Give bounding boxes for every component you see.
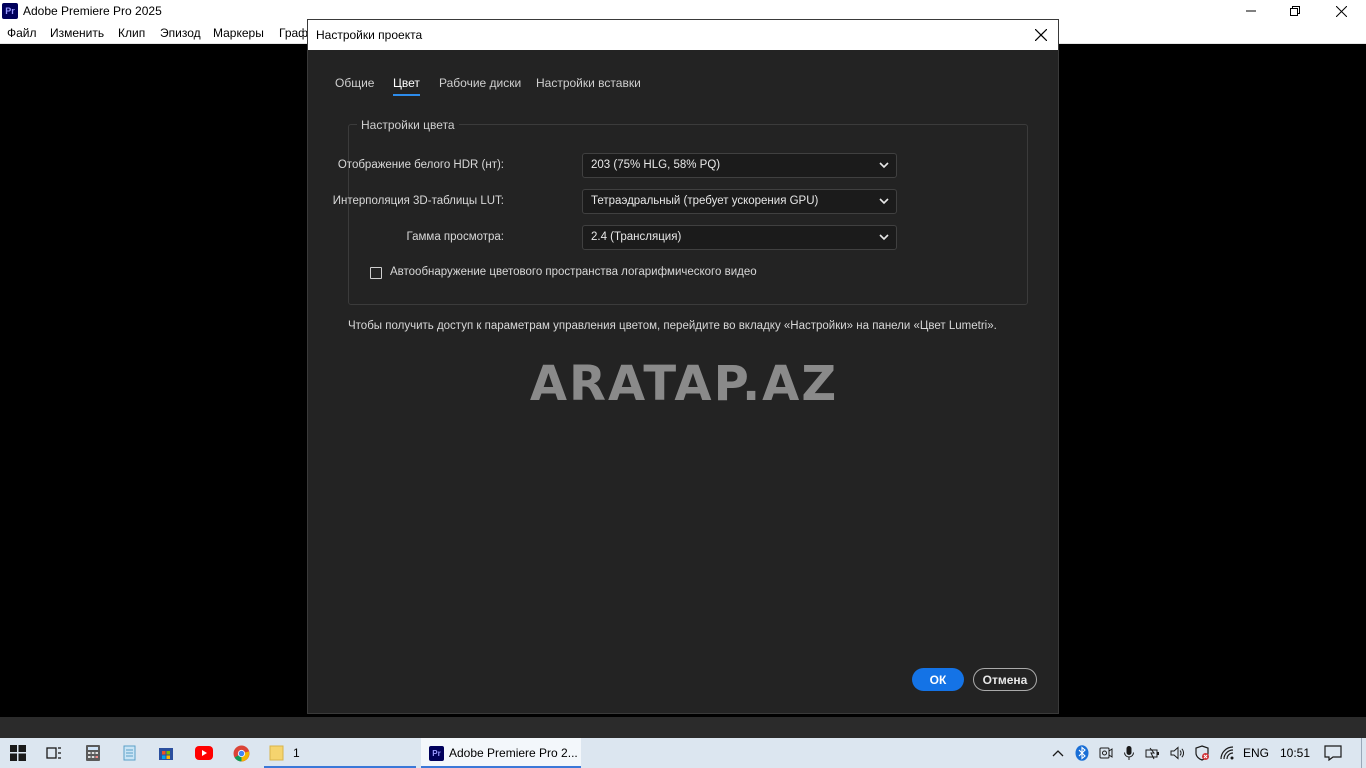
tab-scratch-disks[interactable]: Рабочие диски <box>439 76 521 94</box>
dialog-title: Настройки проекта <box>316 28 423 42</box>
notepad-app[interactable] <box>121 744 139 762</box>
meet-now-tray[interactable] <box>1097 744 1115 762</box>
chevron-down-icon <box>879 198 889 205</box>
tab-ingest-settings[interactable]: Настройки вставки <box>536 76 641 94</box>
minimize-icon <box>1246 10 1256 12</box>
camera-icon <box>1099 747 1113 759</box>
notification-icon <box>1324 745 1342 761</box>
app-bottom-strip <box>0 717 1366 738</box>
restore-icon <box>1290 6 1300 16</box>
notepad-icon <box>123 745 136 761</box>
folder-label: 1 <box>293 746 300 760</box>
menu-sequence[interactable]: Эпизод <box>160 26 201 40</box>
battery-plug-icon <box>1145 747 1159 760</box>
calculator-app[interactable] <box>84 744 102 762</box>
hdr-white-value: 203 (75% HLG, 58% PQ) <box>591 159 721 171</box>
bluetooth-icon <box>1075 745 1089 761</box>
watermark-text: ARATAP.AZ <box>529 356 839 412</box>
hdr-white-dropdown[interactable]: 203 (75% HLG, 58% PQ) <box>582 153 897 178</box>
chevron-up-icon <box>1052 750 1064 757</box>
menu-edit[interactable]: Изменить <box>50 26 104 40</box>
lut-interpolation-value: Тетраэдральный (требует ускорения GPU) <box>591 195 819 207</box>
minimize-button[interactable] <box>1228 0 1274 22</box>
security-tray[interactable] <box>1193 744 1211 762</box>
app-close-button[interactable] <box>1318 0 1364 22</box>
group-title: Настройки цвета <box>357 118 459 132</box>
chevron-down-icon <box>879 234 889 241</box>
auto-detect-log-label[interactable]: Автообнаружение цветового пространства л… <box>390 266 757 278</box>
battery-tray[interactable] <box>1144 744 1162 762</box>
tab-color[interactable]: Цвет <box>393 76 420 96</box>
lut-interpolation-label: Интерполяция 3D-таблицы LUT: <box>332 195 504 207</box>
restore-button[interactable] <box>1272 0 1318 22</box>
wifi-icon <box>1220 746 1234 760</box>
color-settings-group: Настройки цвета Отображение белого HDR (… <box>333 118 1028 305</box>
folder-icon <box>269 745 284 761</box>
menu-clip[interactable]: Клип <box>118 26 145 40</box>
app-title: Adobe Premiere Pro 2025 <box>23 4 162 18</box>
premiere-icon: Pr <box>429 745 444 761</box>
taskbar-folder-app[interactable]: 1 <box>264 738 416 768</box>
menu-markers[interactable]: Маркеры <box>213 26 264 40</box>
windows-icon <box>10 745 26 761</box>
volume-tray[interactable] <box>1168 744 1186 762</box>
chrome-icon <box>233 745 249 761</box>
clock[interactable]: 10:51 <box>1280 746 1310 760</box>
lumetri-info-text: Чтобы получить доступ к параметрам управ… <box>348 320 997 332</box>
start-button[interactable] <box>9 744 27 762</box>
premiere-taskbar-label: Adobe Premiere Pro 2... <box>449 746 578 760</box>
task-view-button[interactable] <box>45 744 63 762</box>
store-icon <box>159 748 173 760</box>
dialog-titlebar: Настройки проекта <box>308 20 1058 50</box>
tab-general[interactable]: Общие <box>335 76 374 94</box>
viewing-gamma-dropdown[interactable]: 2.4 (Трансляция) <box>582 225 897 250</box>
menu-file[interactable]: Файл <box>7 26 37 40</box>
hdr-white-label: Отображение белого HDR (нт): <box>337 159 504 171</box>
language-indicator[interactable]: ENG <box>1243 746 1269 760</box>
speaker-icon <box>1170 746 1184 760</box>
microphone-icon <box>1124 746 1134 760</box>
microphone-tray[interactable] <box>1120 744 1138 762</box>
lut-interpolation-dropdown[interactable]: Тетраэдральный (требует ускорения GPU) <box>582 189 897 214</box>
network-tray[interactable] <box>1218 744 1236 762</box>
close-icon <box>1335 5 1347 17</box>
youtube-icon <box>195 746 213 760</box>
store-app[interactable] <box>157 744 175 762</box>
chrome-app[interactable] <box>232 744 250 762</box>
close-icon <box>1035 29 1047 41</box>
shield-icon <box>1195 745 1209 761</box>
task-view-icon <box>46 747 61 759</box>
viewing-gamma-label: Гамма просмотра: <box>406 231 504 243</box>
dialog-close-button[interactable] <box>1030 24 1052 46</box>
ok-button[interactable]: ОК <box>912 668 964 691</box>
taskbar: 1 Pr Adobe Premiere Pro 2... ENG 10:51 <box>0 738 1366 768</box>
menu-graphics[interactable]: Граф <box>279 26 308 40</box>
calculator-icon <box>86 745 100 761</box>
chevron-down-icon <box>879 162 889 169</box>
show-desktop-button[interactable] <box>1361 738 1362 768</box>
tray-overflow-button[interactable] <box>1049 744 1067 762</box>
taskbar-premiere-app[interactable]: Pr Adobe Premiere Pro 2... <box>421 738 581 768</box>
youtube-app[interactable] <box>195 744 213 762</box>
bluetooth-tray[interactable] <box>1073 744 1091 762</box>
project-settings-dialog: Настройки проекта Общие Цвет Рабочие дис… <box>307 19 1059 714</box>
notifications-button[interactable] <box>1324 744 1342 762</box>
viewing-gamma-value: 2.4 (Трансляция) <box>591 231 682 243</box>
cancel-button[interactable]: Отмена <box>973 668 1037 691</box>
premiere-app-icon: Pr <box>2 3 18 19</box>
auto-detect-log-checkbox[interactable] <box>370 267 382 279</box>
